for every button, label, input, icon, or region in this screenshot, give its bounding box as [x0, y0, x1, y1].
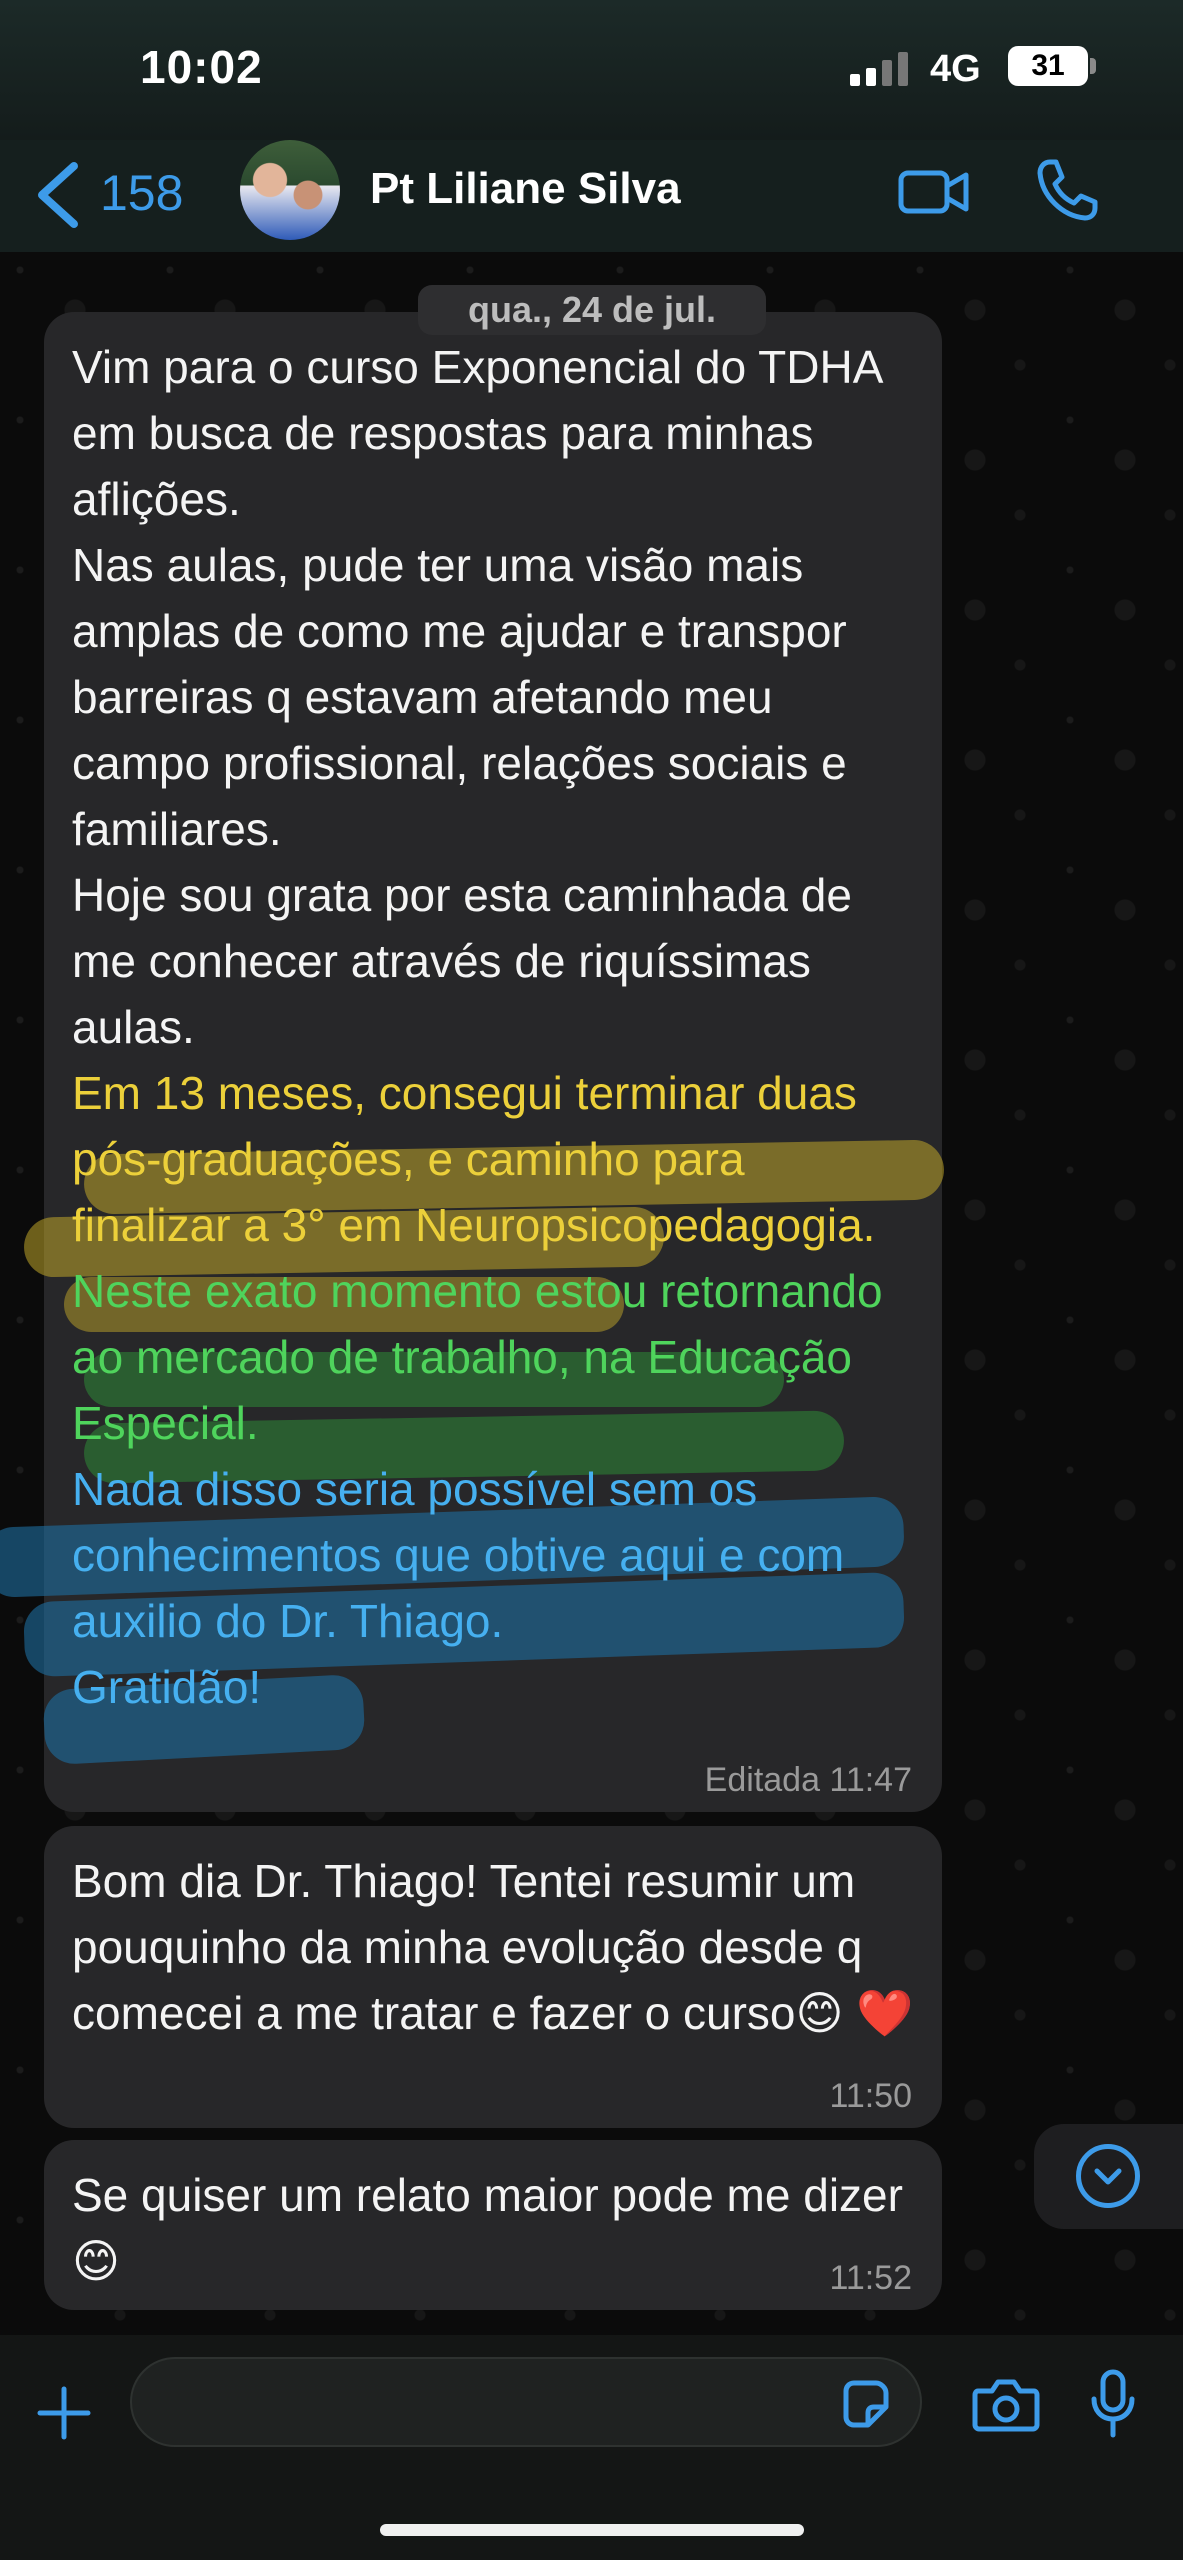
chevron-left-icon[interactable]: [30, 160, 86, 230]
chat-header: 158 Pt Liliane Silva: [0, 140, 1183, 252]
message-paragraph: Nas aulas, pude ter uma visão mais ampla…: [72, 539, 847, 855]
message-bubble[interactable]: Vim para o curso Exponencial do TDHA em …: [0, 312, 945, 1812]
message-time: 11:50: [829, 2077, 912, 2115]
network-type: 4G: [930, 48, 981, 90]
status-bar: 10:02 4G 31: [0, 0, 1183, 140]
highlighted-green-text: Neste exato momento estou retornando ao …: [72, 1265, 883, 1449]
video-camera-icon[interactable]: [898, 164, 970, 220]
home-indicator: [380, 2524, 804, 2536]
signal-strength-icon: [850, 52, 914, 86]
avatar[interactable]: [240, 140, 340, 240]
plus-icon[interactable]: [36, 2385, 92, 2441]
back-unread-count[interactable]: 158: [100, 164, 183, 222]
highlighted-yellow-text: Em 13 meses, consegui terminar duas pós-…: [72, 1067, 876, 1251]
date-separator: qua., 24 de jul.: [418, 285, 766, 335]
camera-icon[interactable]: [972, 2377, 1040, 2433]
chevron-down-icon: [1076, 2144, 1140, 2208]
message-text: Se quiser um relato maior pode me dizer😊: [72, 2169, 903, 2287]
status-time: 10:02: [140, 41, 263, 93]
message-input-bar: [0, 2335, 1183, 2560]
message-paragraph: Vim para o curso Exponencial do TDHA em …: [72, 341, 881, 525]
message-bubble[interactable]: Bom dia Dr. Thiago! Tentei resumir um po…: [44, 1826, 942, 2128]
message-input[interactable]: [130, 2357, 922, 2447]
battery-icon: 31: [1008, 46, 1088, 86]
message-meta: Editada 11:47: [704, 1761, 912, 1799]
phone-icon[interactable]: [1036, 158, 1098, 222]
microphone-icon[interactable]: [1090, 2369, 1136, 2439]
message-text: Vim para o curso Exponencial do TDHA em …: [72, 334, 914, 1720]
message-bubble[interactable]: Se quiser um relato maior pode me dizer😊…: [44, 2140, 942, 2310]
battery-tip: [1090, 58, 1096, 74]
message-text: Bom dia Dr. Thiago! Tentei resumir um po…: [72, 1855, 914, 2039]
highlighted-blue-text: Gratidão!: [72, 1661, 262, 1713]
sticker-icon[interactable]: [838, 2377, 892, 2431]
message-paragraph: Hoje sou grata por esta caminhada de me …: [72, 869, 852, 1053]
contact-name[interactable]: Pt Liliane Silva: [370, 164, 681, 214]
highlighted-blue-text: Nada disso seria possível sem os conheci…: [72, 1463, 845, 1647]
scroll-to-bottom-button[interactable]: [1034, 2124, 1183, 2229]
